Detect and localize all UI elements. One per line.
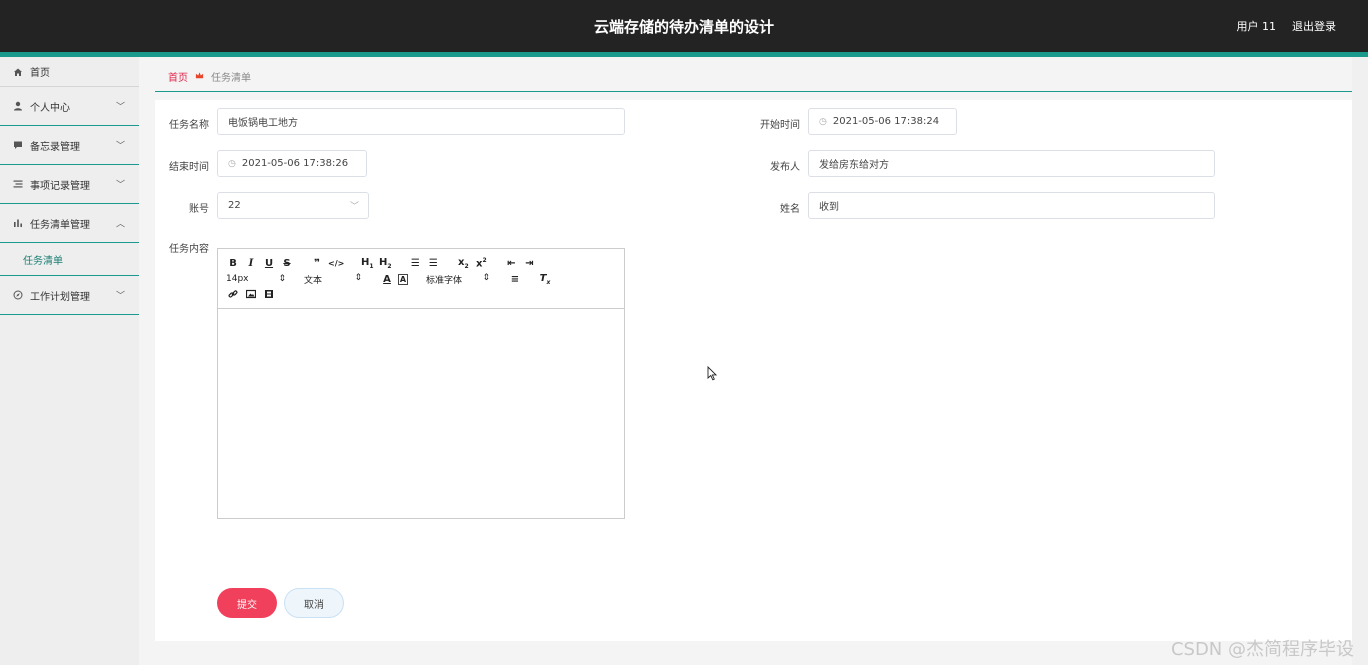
clock-icon: ◷ — [819, 116, 827, 127]
code-icon[interactable]: </> — [328, 259, 344, 268]
bullet-list-icon[interactable]: ☰ — [426, 258, 440, 269]
end-time-picker[interactable]: ◷ 2021-05-06 17:38:26 — [217, 150, 367, 177]
chevron-down-icon: ﹀ — [115, 141, 125, 152]
task-name-label: 任务名称 — [169, 120, 209, 131]
breadcrumb-home[interactable]: 首页 — [168, 69, 188, 84]
sidebar-item-label: 任务清单管理 — [30, 219, 90, 231]
chevron-down-icon: ﹀ — [115, 291, 125, 302]
publisher-label: 发布人 — [770, 162, 800, 173]
publisher-input[interactable]: 发给房东给对方 — [808, 150, 1215, 177]
editor-content-area[interactable] — [218, 309, 624, 519]
task-name-value: 电饭锅电工地方 — [228, 118, 298, 129]
clock-icon: ◷ — [228, 158, 236, 169]
sidebar-item-label: 事项记录管理 — [30, 180, 90, 192]
select-arrows-icon: ⇕ — [354, 272, 362, 283]
subscript-icon[interactable]: x2 — [456, 257, 470, 270]
sidebar-item-work-plan[interactable]: 工作计划管理 ﹀ — [0, 276, 139, 315]
comment-icon — [13, 140, 23, 150]
font-size-value: 14px — [226, 274, 249, 284]
sidebar-item-label: 首页 — [30, 68, 50, 79]
logout-link[interactable]: 退出登录 — [1292, 18, 1336, 34]
sidebar-item-label: 备忘录管理 — [30, 141, 80, 153]
account-value: 22 — [228, 200, 241, 211]
home-icon — [13, 67, 23, 77]
select-arrows-icon: ⇕ — [278, 274, 286, 284]
italic-icon[interactable]: I — [244, 258, 258, 269]
link-icon[interactable] — [226, 289, 240, 302]
sidebar-item-memo[interactable]: 备忘录管理 ﹀ — [0, 126, 139, 165]
start-time-picker[interactable]: ◷ 2021-05-06 17:38:24 — [808, 108, 957, 135]
content-label: 任务内容 — [169, 244, 209, 255]
heading1-icon[interactable]: H1 — [360, 257, 374, 270]
background-color-icon[interactable]: A — [398, 273, 408, 285]
user-icon — [13, 101, 23, 111]
user-area: 用户 11 退出登录 — [1237, 18, 1337, 34]
chevron-up-icon: ︿ — [115, 219, 125, 230]
font-size-select[interactable]: 14px ⇕ — [226, 274, 286, 284]
sidebar-item-task-list-management[interactable]: 任务清单管理 ︿ — [0, 204, 139, 243]
chevron-down-icon: ﹀ — [349, 202, 359, 212]
font-family-select[interactable]: 标准字体 ⇕ — [426, 273, 490, 286]
rich-text-editor: B I U S ❞ </> H1 H2 ☰ ☰ x2 x2 ⇤ ⇥ 14px ⇕… — [217, 248, 625, 519]
chevron-down-icon: ﹀ — [115, 102, 125, 113]
video-icon[interactable] — [262, 289, 276, 302]
chevron-down-icon: ﹀ — [115, 180, 125, 191]
breadcrumb-current: 任务清单 — [211, 73, 251, 84]
quote-icon[interactable]: ❞ — [310, 258, 324, 269]
app-title: 云端存储的待办清单的设计 — [593, 18, 774, 36]
cancel-button[interactable]: 取消 — [284, 588, 344, 618]
sidebar-item-records[interactable]: 事项记录管理 ﹀ — [0, 165, 139, 204]
font-color-icon[interactable]: A — [380, 274, 394, 285]
bar-chart-icon — [13, 218, 23, 228]
image-icon[interactable] — [244, 289, 258, 302]
submit-button[interactable]: 提交 — [217, 588, 277, 618]
end-time-value: 2021-05-06 17:38:26 — [241, 158, 349, 169]
sidebar-item-home[interactable]: 首页 — [0, 57, 139, 87]
sidebar: 首页 个人中心 ﹀ 备忘录管理 ﹀ 事项记录管理 ﹀ 任务清单管理 ︿ 任务清单… — [0, 57, 139, 665]
crown-icon — [195, 71, 204, 83]
clear-format-icon[interactable]: Tx — [538, 273, 552, 286]
superscript-icon[interactable]: x2 — [474, 257, 488, 269]
name-value: 收到 — [819, 202, 839, 213]
publisher-value: 发给房东给对方 — [819, 160, 889, 171]
editor-toolbar: B I U S ❞ </> H1 H2 ☰ ☰ x2 x2 ⇤ ⇥ 14px ⇕… — [218, 249, 624, 309]
name-input[interactable]: 收到 — [808, 192, 1215, 219]
underline-icon[interactable]: U — [262, 258, 276, 269]
mouse-cursor-icon — [707, 365, 718, 385]
user-name[interactable]: 用户 11 — [1237, 18, 1277, 34]
ordered-list-icon[interactable]: ☰ — [408, 258, 422, 269]
compass-icon — [13, 290, 23, 300]
heading-value: 文本 — [304, 275, 323, 286]
heading2-icon[interactable]: H2 — [378, 257, 392, 270]
account-select[interactable]: 22 ﹀ — [217, 192, 369, 219]
indent-icon[interactable]: ⇥ — [522, 258, 536, 269]
task-name-input[interactable]: 电饭锅电工地方 — [217, 108, 625, 135]
sidebar-item-label: 工作计划管理 — [30, 291, 90, 303]
top-bar: 云端存储的待办清单的设计 用户 11 退出登录 — [0, 0, 1368, 52]
align-icon[interactable]: ≡ — [508, 274, 522, 285]
start-time-label: 开始时间 — [760, 120, 800, 131]
sidebar-item-label: 个人中心 — [30, 102, 70, 114]
bold-icon[interactable]: B — [226, 258, 240, 269]
strikethrough-icon[interactable]: S — [280, 258, 294, 269]
watermark: CSDN @杰简程序毕设 — [1170, 639, 1354, 660]
name-label: 姓名 — [780, 204, 800, 215]
scrollbar[interactable] — [1352, 57, 1368, 665]
outdent-icon[interactable]: ⇤ — [504, 258, 518, 269]
account-label: 账号 — [189, 204, 209, 215]
heading-select[interactable]: 文本 ⇕ — [304, 273, 362, 286]
list-icon — [13, 179, 23, 189]
start-time-value: 2021-05-06 17:38:24 — [832, 116, 940, 127]
sidebar-subitem-task-list[interactable]: 任务清单 — [0, 243, 139, 276]
font-family-value: 标准字体 — [426, 275, 463, 286]
breadcrumb: 首页 任务清单 — [155, 62, 1352, 92]
select-arrows-icon: ⇕ — [482, 272, 490, 283]
end-time-label: 结束时间 — [169, 162, 209, 173]
top-accent-line — [0, 52, 1368, 57]
sidebar-item-personal-center[interactable]: 个人中心 ﹀ — [0, 87, 139, 126]
